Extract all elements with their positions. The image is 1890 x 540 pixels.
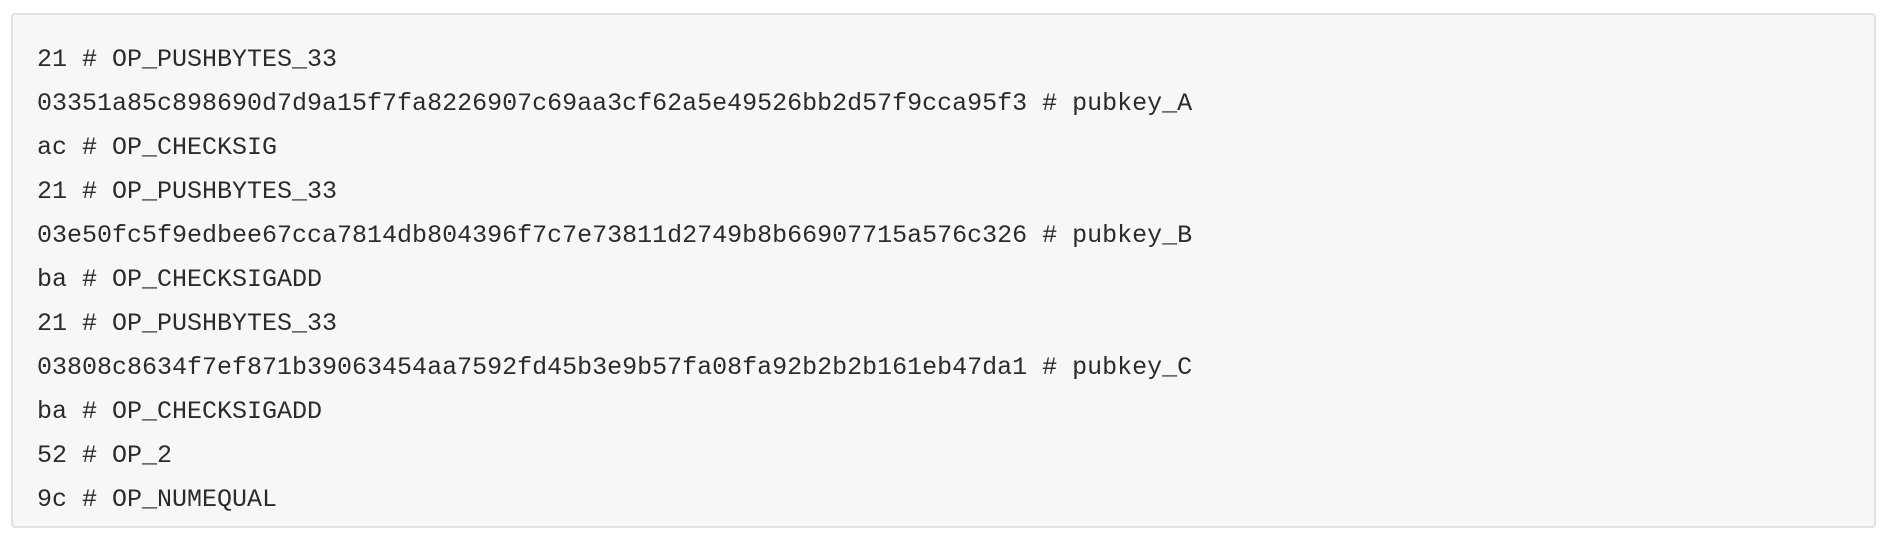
code-line: ba # OP_CHECKSIGADD [37, 265, 323, 294]
code-line: ba # OP_CHECKSIGADD [37, 397, 323, 426]
code-line: 03e50fc5f9edbee67cca7814db804396f7c7e738… [37, 221, 1193, 250]
code-line: 03808c8634f7ef871b39063454aa7592fd45b3e9… [37, 353, 1193, 382]
code-line: 21 # OP_PUSHBYTES_33 [37, 45, 338, 74]
code-block: 21 # OP_PUSHBYTES_33 03351a85c898690d7d9… [11, 13, 1876, 528]
code-line: 9c # OP_NUMEQUAL [37, 485, 278, 514]
code-line: 03351a85c898690d7d9a15f7fa8226907c69aa3c… [37, 89, 1193, 118]
code-line: ac # OP_CHECKSIG [37, 133, 278, 162]
code-line: 21 # OP_PUSHBYTES_33 [37, 177, 338, 206]
code-line: 52 # OP_2 [37, 441, 173, 470]
code-line: 21 # OP_PUSHBYTES_33 [37, 309, 338, 338]
